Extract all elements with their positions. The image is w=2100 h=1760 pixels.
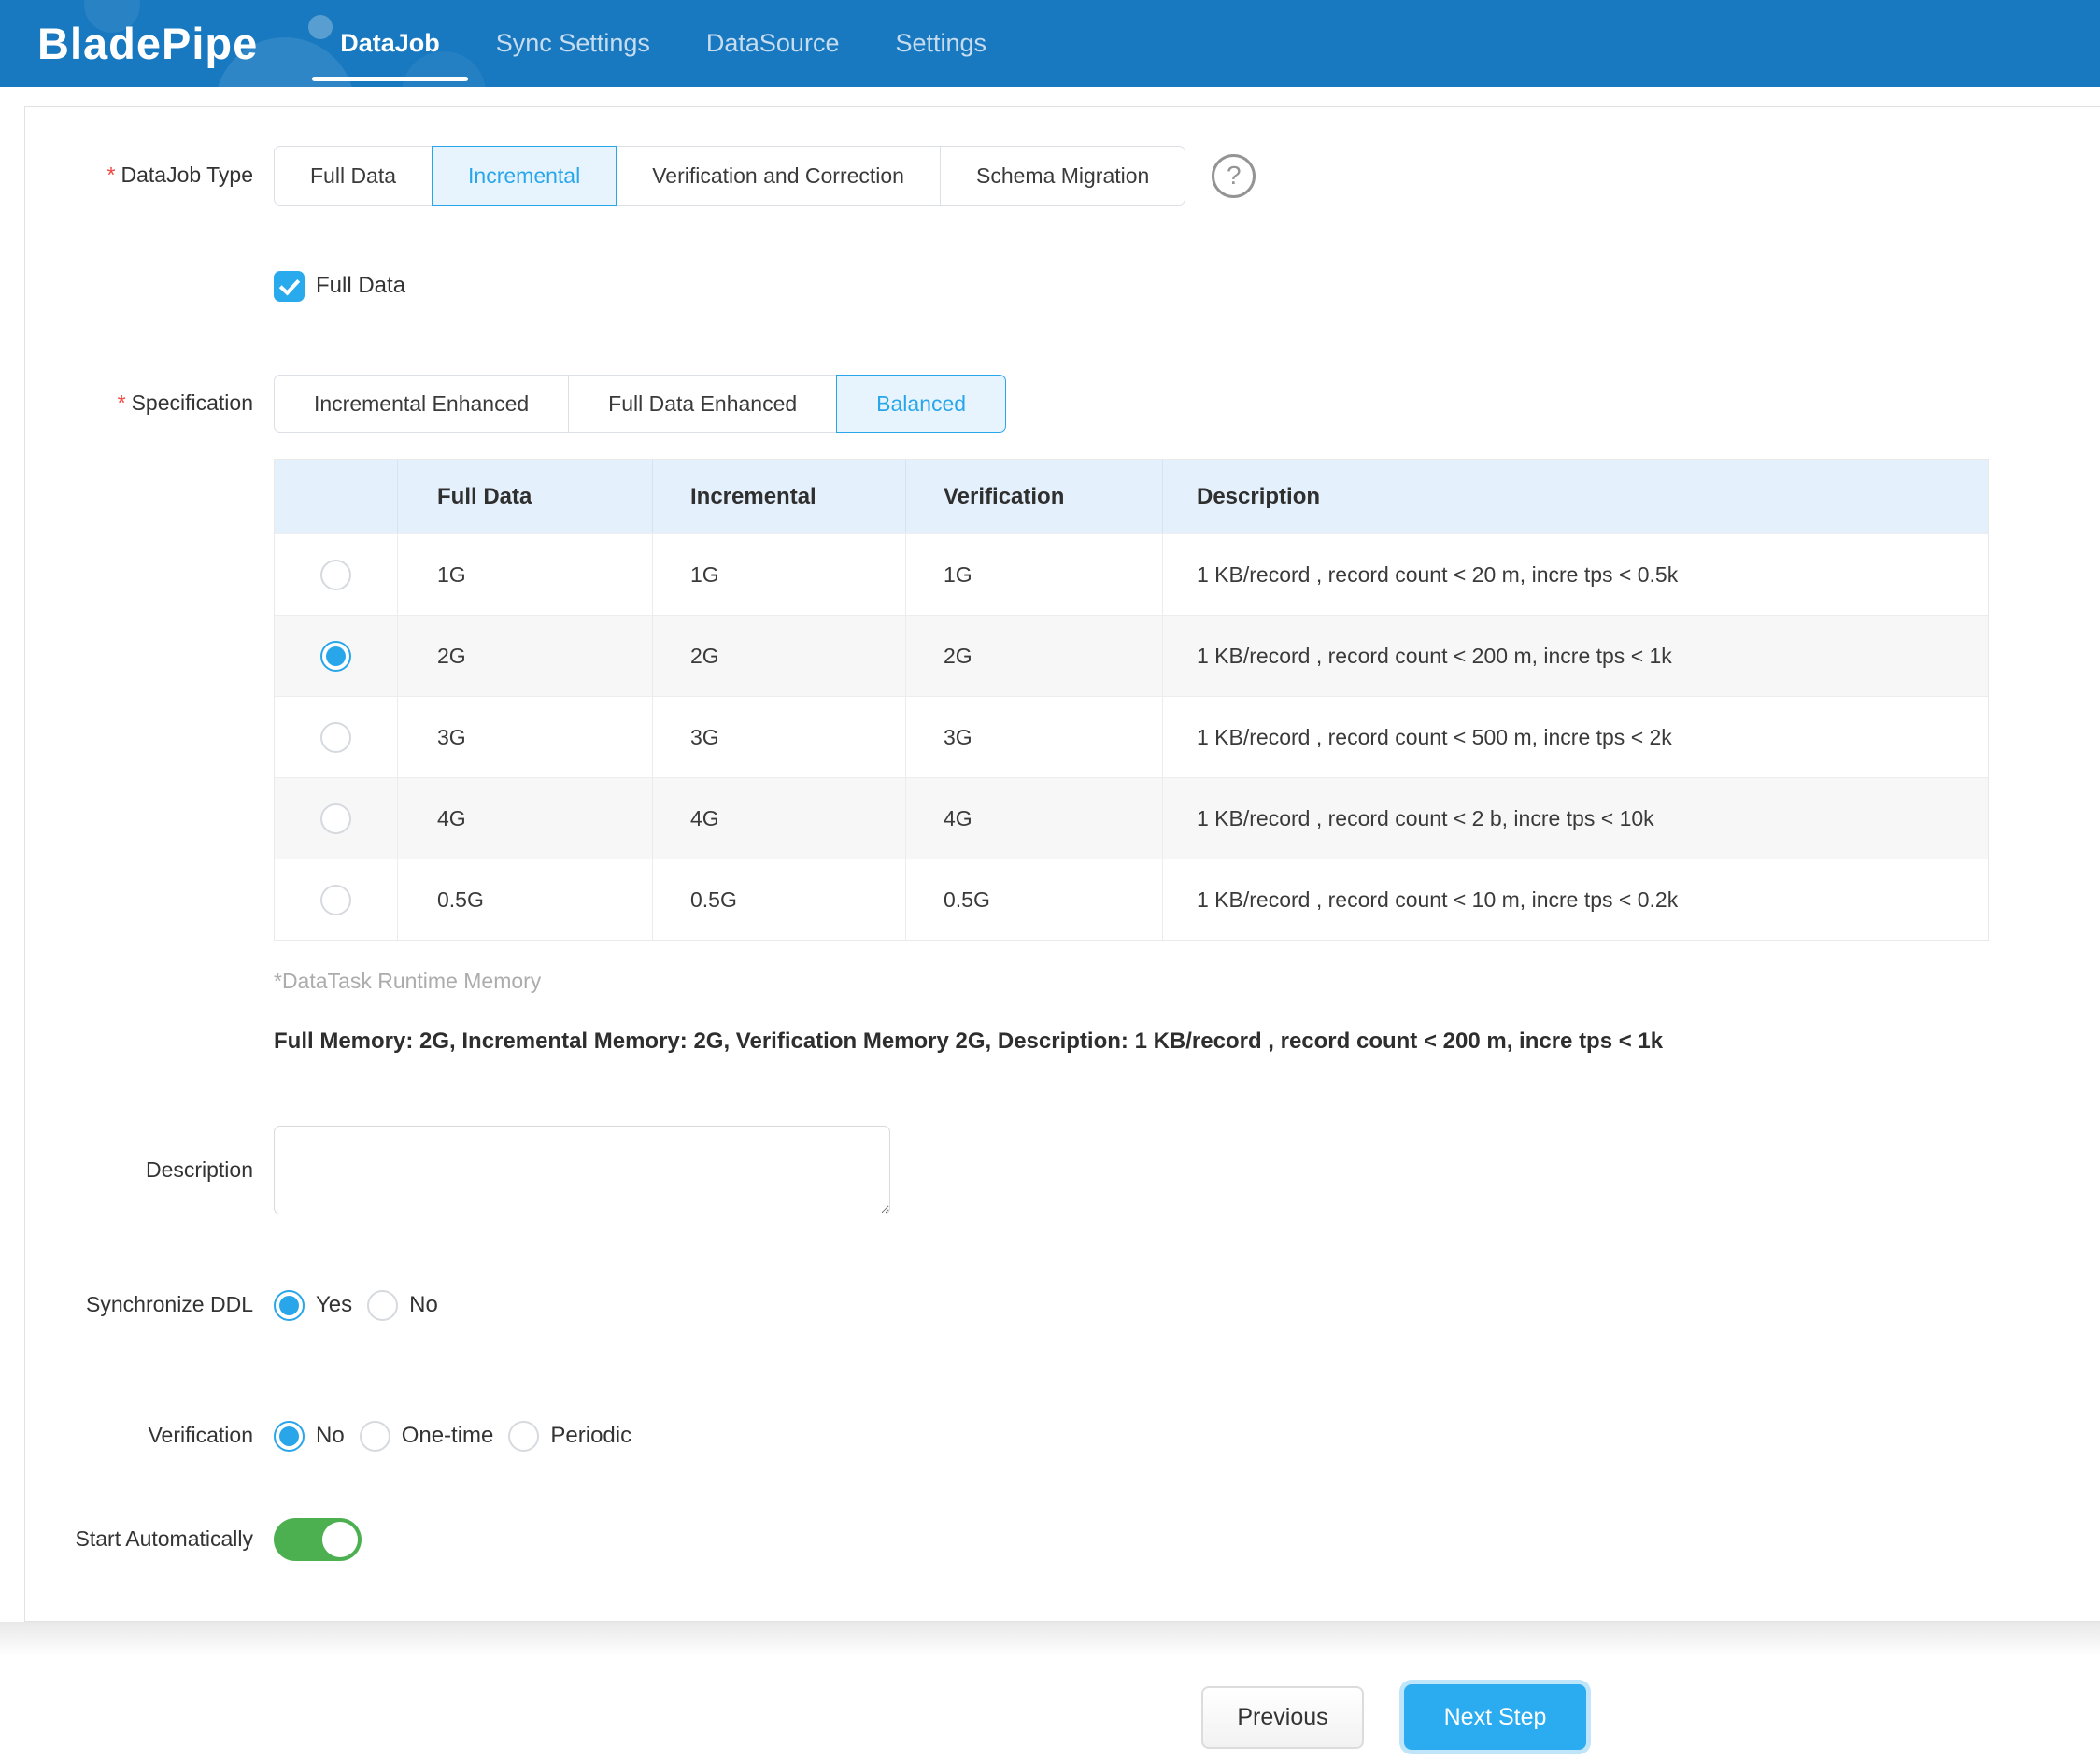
spec-table-header: Full Data Incremental Verification Descr… xyxy=(275,460,1988,533)
verification-one-time-label: One-time xyxy=(402,1423,494,1449)
nav-item-datasource[interactable]: DataSource xyxy=(678,0,868,87)
datajob-type-option-incremental[interactable]: Incremental xyxy=(432,146,617,206)
spec-row-radio-selected[interactable] xyxy=(320,641,351,672)
selected-spec-summary: Full Memory: 2G, Incremental Memory: 2G,… xyxy=(274,1029,1663,1055)
cell-full-data: 2G xyxy=(397,616,652,696)
spec-table: Full Data Incremental Verification Descr… xyxy=(274,459,1989,941)
cell-incremental: 4G xyxy=(652,778,905,859)
datajob-type-segmented-control: Full Data Incremental Verification and C… xyxy=(274,146,1185,206)
synchronize-ddl-row: Synchronize DDL Yes No xyxy=(25,1285,2100,1326)
bladepipe-logo: BladePipe xyxy=(37,18,258,69)
spec-table-row-4g[interactable]: 4G 4G 4G 1 KB/record , record count < 2 … xyxy=(275,777,1988,859)
top-navbar: BladePipe DataJob Sync Settings DataSour… xyxy=(0,0,2100,87)
panel-bottom-shadow xyxy=(0,1622,2100,1656)
nav-item-sync-settings[interactable]: Sync Settings xyxy=(468,0,678,87)
cell-full-data: 3G xyxy=(397,697,652,777)
cell-description: 1 KB/record , record count < 10 m, incre… xyxy=(1162,859,1988,940)
specification-row: *Specification Incremental Enhanced Full… xyxy=(25,375,2100,433)
spec-row-radio[interactable] xyxy=(320,560,351,590)
cell-description: 1 KB/record , record count < 500 m, incr… xyxy=(1162,697,1988,777)
verification-one-time-radio[interactable] xyxy=(360,1421,390,1452)
verification-label: Verification xyxy=(25,1422,253,1450)
cell-incremental: 3G xyxy=(652,697,905,777)
full-data-checkbox[interactable] xyxy=(274,271,305,302)
cell-verification: 2G xyxy=(905,616,1162,696)
sync-ddl-yes-label: Yes xyxy=(316,1292,352,1318)
spec-table-row-3g[interactable]: 3G 3G 3G 1 KB/record , record count < 50… xyxy=(275,696,1988,777)
cell-description: 1 KB/record , record count < 200 m, incr… xyxy=(1162,616,1988,696)
sync-ddl-no-label: No xyxy=(409,1292,438,1318)
description-row: Description xyxy=(25,1125,2100,1215)
sync-ddl-yes-radio[interactable] xyxy=(274,1290,305,1321)
required-asterisk: * xyxy=(107,163,116,187)
cell-incremental: 1G xyxy=(652,534,905,615)
spec-option-incremental-enhanced[interactable]: Incremental Enhanced xyxy=(274,375,569,433)
next-step-button[interactable]: Next Step xyxy=(1404,1684,1586,1750)
app-window: BladePipe DataJob Sync Settings DataSour… xyxy=(0,0,2100,1760)
specification-segmented-control: Incremental Enhanced Full Data Enhanced … xyxy=(274,375,1006,433)
nav-item-datajob[interactable]: DataJob xyxy=(312,0,468,87)
cell-full-data: 1G xyxy=(397,534,652,615)
datajob-type-row: *DataJob Type Full Data Incremental Veri… xyxy=(25,146,2100,206)
spec-row-radio[interactable] xyxy=(320,803,351,834)
synchronize-ddl-label: Synchronize DDL xyxy=(25,1291,253,1319)
cell-verification: 4G xyxy=(905,778,1162,859)
nav-item-settings[interactable]: Settings xyxy=(867,0,1015,87)
toggle-knob xyxy=(322,1522,358,1557)
datajob-form-panel: *DataJob Type Full Data Incremental Veri… xyxy=(24,106,2100,1622)
start-automatically-row: Start Automatically xyxy=(25,1518,2100,1561)
spec-header-verification: Verification xyxy=(905,460,1162,533)
verification-no-radio[interactable] xyxy=(274,1421,305,1452)
description-label: Description xyxy=(25,1157,253,1185)
cell-verification: 3G xyxy=(905,697,1162,777)
full-data-checkbox-row: Full Data xyxy=(25,270,2100,302)
help-icon[interactable]: ? xyxy=(1212,154,1256,198)
spec-header-full-data: Full Data xyxy=(397,460,652,533)
required-asterisk: * xyxy=(118,390,126,415)
full-data-checkbox-label: Full Data xyxy=(316,273,405,299)
nav-menu: DataJob Sync Settings DataSource Setting… xyxy=(312,0,1015,87)
spec-table-row-1g[interactable]: 1G 1G 1G 1 KB/record , record count < 20… xyxy=(275,533,1988,615)
previous-button[interactable]: Previous xyxy=(1201,1686,1364,1749)
datajob-type-option-verification-and-correction[interactable]: Verification and Correction xyxy=(616,146,941,206)
spec-row-radio[interactable] xyxy=(320,722,351,753)
sync-ddl-no-radio[interactable] xyxy=(367,1290,398,1321)
verification-periodic-radio[interactable] xyxy=(508,1421,539,1452)
cell-verification: 1G xyxy=(905,534,1162,615)
specification-label: *Specification xyxy=(25,390,253,418)
cell-full-data: 0.5G xyxy=(397,859,652,940)
cell-description: 1 KB/record , record count < 20 m, incre… xyxy=(1162,534,1988,615)
cell-verification: 0.5G xyxy=(905,859,1162,940)
spec-table-row-05g[interactable]: 0.5G 0.5G 0.5G 1 KB/record , record coun… xyxy=(275,859,1988,940)
cell-incremental: 0.5G xyxy=(652,859,905,940)
verification-no-label: No xyxy=(316,1423,345,1449)
spec-header-description: Description xyxy=(1162,460,1988,533)
start-automatically-label: Start Automatically xyxy=(25,1526,253,1554)
datajob-type-option-schema-migration[interactable]: Schema Migration xyxy=(940,146,1185,206)
spec-table-row-2g[interactable]: 2G 2G 2G 1 KB/record , record count < 20… xyxy=(275,615,1988,696)
description-textarea[interactable] xyxy=(274,1126,890,1214)
cell-incremental: 2G xyxy=(652,616,905,696)
cell-description: 1 KB/record , record count < 2 b, incre … xyxy=(1162,778,1988,859)
start-automatically-toggle[interactable] xyxy=(274,1518,362,1561)
spec-option-full-data-enhanced[interactable]: Full Data Enhanced xyxy=(568,375,837,433)
verification-periodic-label: Periodic xyxy=(550,1423,631,1449)
datajob-type-option-full-data[interactable]: Full Data xyxy=(274,146,433,206)
spec-row-radio[interactable] xyxy=(320,885,351,915)
spec-header-radio xyxy=(275,460,397,533)
spec-header-incremental: Incremental xyxy=(652,460,905,533)
runtime-memory-note: *DataTask Runtime Memory xyxy=(274,969,541,994)
verification-row: Verification No One-time Periodic xyxy=(25,1415,2100,1456)
datajob-type-label: *DataJob Type xyxy=(25,162,253,190)
spec-option-balanced[interactable]: Balanced xyxy=(836,375,1006,433)
cell-full-data: 4G xyxy=(397,778,652,859)
